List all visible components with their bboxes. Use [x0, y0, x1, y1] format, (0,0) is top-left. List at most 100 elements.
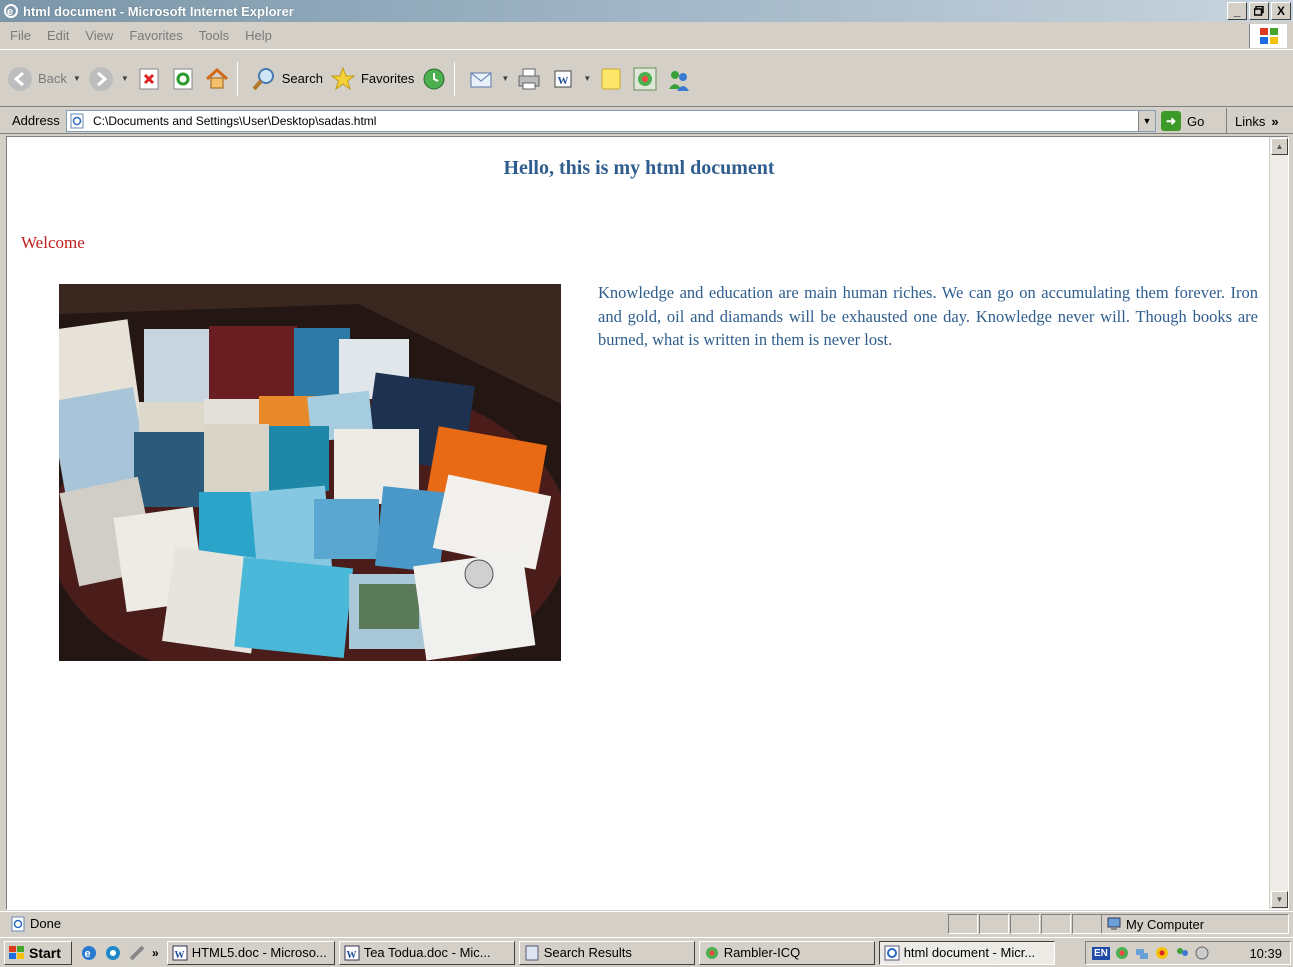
task-rambler-icq[interactable]: Rambler-ICQ [698, 940, 875, 965]
messenger-tray-icon[interactable] [1174, 945, 1190, 961]
windows-flag-icon [9, 945, 24, 959]
status-panels [948, 914, 1103, 934]
task-tea-todua-doc[interactable]: W Tea Todua.doc - Mic... [338, 940, 515, 965]
knowledge-paragraph: Knowledge and education are main human r… [598, 283, 1258, 349]
vertical-scrollbar[interactable]: ▲ ▼ [1269, 137, 1288, 909]
favorites-button[interactable]: Favorites [329, 59, 414, 99]
security-zone[interactable]: My Computer [1101, 914, 1289, 934]
address-input[interactable]: C:\Documents and Settings\User\Desktop\s… [66, 110, 1156, 132]
svg-text:W: W [558, 75, 569, 87]
menu-tools[interactable]: Tools [199, 28, 229, 43]
svg-text:W: W [174, 950, 184, 961]
mail-button[interactable]: ▼ [467, 59, 509, 99]
volume-tray-icon[interactable] [1194, 945, 1210, 961]
history-icon [423, 68, 445, 89]
toolbar-separator [236, 61, 238, 96]
address-bar: Address C:\Documents and Settings\User\D… [0, 108, 1293, 134]
icq-icon [633, 67, 657, 90]
quick-launch: e » [80, 944, 159, 962]
outlook-quick-launch-icon[interactable] [104, 944, 122, 962]
menu-file[interactable]: File [10, 28, 31, 43]
links-toolbar[interactable]: Links » [1226, 108, 1279, 134]
word-edit-icon: W [554, 70, 572, 87]
status-panel [1041, 914, 1071, 934]
forward-icon [88, 66, 113, 91]
go-arrow-icon: ➜ [1161, 111, 1181, 131]
go-button[interactable]: ➜ Go [1161, 111, 1204, 131]
security-tray-icon[interactable] [1154, 945, 1170, 961]
history-button[interactable] [420, 59, 448, 99]
svg-text:e: e [85, 948, 91, 960]
maximize-button[interactable] [1249, 2, 1269, 20]
back-button[interactable]: Back ▼ [6, 59, 81, 99]
taskbar: start e » W HTML5.doc - Microso... W Tea… [0, 937, 1293, 967]
svg-text:e: e [7, 6, 13, 18]
back-icon [8, 66, 32, 91]
title-bar[interactable]: e html document - Microsoft Internet Exp… [0, 0, 1293, 22]
my-computer-icon [1107, 917, 1121, 930]
ie-quick-launch-icon[interactable]: e [80, 944, 98, 962]
address-dropdown-button[interactable]: ▼ [1138, 111, 1155, 131]
task-html5-doc[interactable]: W HTML5.doc - Microso... [166, 940, 335, 965]
status-panel [979, 914, 1009, 934]
favorites-star-icon [330, 66, 356, 90]
print-button[interactable] [515, 59, 543, 99]
stop-icon [139, 68, 159, 89]
chevron-down-icon: ▼ [1142, 116, 1152, 126]
task-html-document[interactable]: html document - Micr... [878, 940, 1055, 965]
page-viewport[interactable]: Hello, this is my html document Welcome [6, 136, 1289, 910]
page-heading: Hello, this is my html document [503, 157, 775, 179]
status-panel [1010, 914, 1040, 934]
ie-logo-icon: e [4, 4, 18, 18]
icq-button[interactable] [631, 59, 659, 99]
menu-help[interactable]: Help [245, 28, 272, 43]
status-bar: Done My Computer [0, 911, 1293, 935]
home-button[interactable] [203, 59, 231, 99]
home-icon [205, 67, 228, 88]
address-label: Address [12, 113, 60, 128]
chevron-right-icon[interactable]: » [152, 946, 159, 960]
edit-dropdown-icon[interactable]: ▼ [583, 74, 591, 83]
scroll-up-button[interactable]: ▲ [1271, 138, 1288, 155]
word-icon: W [172, 945, 188, 961]
menu-view[interactable]: View [85, 28, 113, 43]
media-quick-launch-icon[interactable] [128, 944, 146, 962]
page-done-icon [11, 916, 25, 931]
toolbar-separator [454, 61, 456, 96]
scroll-down-button[interactable]: ▼ [1271, 891, 1288, 908]
close-button[interactable]: X [1271, 2, 1291, 20]
messenger-button[interactable] [665, 59, 693, 99]
back-dropdown-icon[interactable]: ▼ [73, 74, 81, 83]
search-button[interactable]: Search [250, 59, 323, 99]
books-on-table-photo [59, 284, 561, 661]
ie-icon [884, 945, 900, 960]
notes-icon [601, 68, 621, 89]
windows-flag-icon [1249, 24, 1287, 48]
chevron-down-icon: ▼ [1275, 895, 1284, 904]
search-icon [252, 67, 274, 90]
page-icon [70, 113, 84, 129]
forward-dropdown-icon[interactable]: ▼ [121, 74, 129, 83]
window-title: html document - Microsoft Internet Explo… [23, 3, 294, 19]
address-url[interactable]: C:\Documents and Settings\User\Desktop\s… [93, 114, 376, 128]
network-tray-icon[interactable] [1134, 945, 1150, 961]
menu-favorites[interactable]: Favorites [129, 28, 182, 43]
minimize-button[interactable]: _ [1227, 2, 1247, 20]
menu-edit[interactable]: Edit [47, 28, 69, 43]
standard-toolbar: Back ▼ ▼ Search Favorites ▼ W ▼ [0, 51, 1293, 107]
clock[interactable]: 10:39 [1249, 946, 1282, 961]
icq-tray-icon[interactable] [1114, 945, 1130, 961]
notes-button[interactable] [597, 59, 625, 99]
language-indicator[interactable]: EN [1092, 946, 1110, 960]
status-panel [1072, 914, 1102, 934]
forward-button[interactable]: ▼ [87, 59, 129, 99]
svg-text:W: W [346, 950, 356, 961]
edit-button[interactable]: W ▼ [549, 59, 591, 99]
icq-icon [705, 946, 718, 959]
mail-dropdown-icon[interactable]: ▼ [501, 74, 509, 83]
task-search-results[interactable]: Search Results [518, 940, 695, 965]
refresh-button[interactable] [169, 59, 197, 99]
start-button[interactable]: start [4, 940, 72, 965]
stop-button[interactable] [135, 59, 163, 99]
mail-icon [470, 72, 492, 87]
